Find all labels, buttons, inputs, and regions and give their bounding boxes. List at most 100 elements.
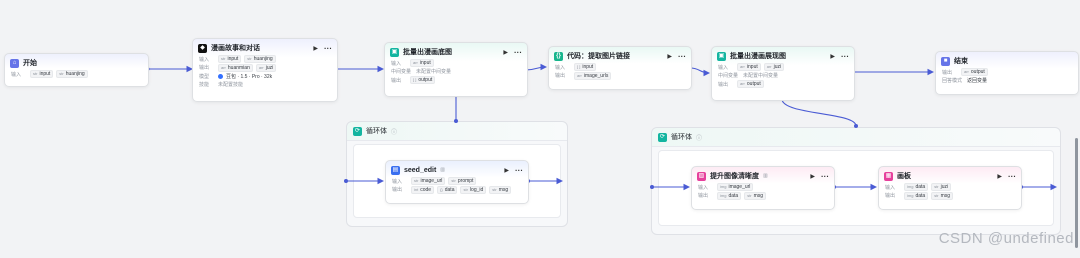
node-row-output: 输出 [ ] output xyxy=(385,76,527,85)
more-icon[interactable]: ··· xyxy=(678,52,686,61)
variable-chip: str image_url xyxy=(411,177,446,186)
variable-chip: [ ] input xyxy=(574,63,597,72)
node-header: ◆ 漫画故事和对话 ▶ ··· xyxy=(193,39,337,55)
port-batch2-loop xyxy=(854,124,858,128)
model-name: 豆包 · 1.5 · Pro · 32k xyxy=(226,73,273,80)
node-row-input: 输入 str image_url str prompt xyxy=(386,177,528,186)
image-tool-icon: ▤ xyxy=(391,165,400,175)
run-icon[interactable]: ▶ xyxy=(313,45,318,52)
variable-chip: arr output xyxy=(961,68,988,77)
node-row-input: 输入 str input str huanjing xyxy=(193,55,337,64)
node-header: ▣ 批量出漫画展现图 ▶ ··· xyxy=(712,47,854,63)
node-header: {} 代码：提取图片链接 ▶ ··· xyxy=(549,47,691,63)
enhance-clarity-node[interactable]: ▨ 提升图像清晰度 ▥ ▶ ··· 输入 img image_url 输出 img… xyxy=(691,166,835,210)
variable-chip: arr huanmian xyxy=(218,63,253,72)
tag-icon: ▥ xyxy=(763,173,768,179)
seed-edit-node[interactable]: ▤ seed_edit ▥ ▶ ··· 输入 str image_url str p… xyxy=(385,160,529,204)
variable-chip: str prompt xyxy=(448,177,477,186)
node-title: 批量出漫画底图 xyxy=(403,49,452,56)
node-row-input: 输入 arr input arr juzi xyxy=(712,63,854,72)
node-row-input: 输入 arr input xyxy=(385,59,527,68)
node-header: ■ 结束 xyxy=(936,52,1078,68)
board-node[interactable]: ▦ 画板 ▶ ··· 输入 img data str juzi 输出 img data… xyxy=(878,166,1022,210)
node-row-model: 模型 豆包 · 1.5 · Pro · 32k xyxy=(199,73,273,80)
variable-chip: img image_url xyxy=(717,183,754,192)
batch-base-image-node[interactable]: ▣ 批量出漫画底图 ▶ ··· 输入 arr input 中间变量 未配置中间变量… xyxy=(384,42,528,97)
variable-chip: [ ] output xyxy=(410,76,436,85)
node-title: 漫画故事和对话 xyxy=(211,45,260,52)
vertical-scrollbar[interactable] xyxy=(1075,138,1078,248)
llm-icon: ◆ xyxy=(198,43,207,53)
node-row-input: 输入 str input str huanjing xyxy=(5,70,148,79)
variable-chip: str msg xyxy=(931,191,954,200)
start-node[interactable]: ⌂ 开始 输入 str input str huanjing xyxy=(4,53,149,87)
node-header: ▨ 提升图像清晰度 ▥ ▶ ··· xyxy=(692,167,834,183)
node-title: 开始 xyxy=(23,60,37,67)
plugin-icon: ▣ xyxy=(390,47,399,57)
more-icon[interactable]: ··· xyxy=(821,172,829,181)
variable-chip: img data xyxy=(717,191,742,200)
start-icon: ⌂ xyxy=(10,58,19,68)
run-icon[interactable]: ▶ xyxy=(997,173,1002,180)
image-tool-icon: ▨ xyxy=(697,171,706,181)
node-row-vars: 中间变量 未配置中间变量 xyxy=(718,73,779,80)
node-row-input: 输入 img image_url xyxy=(692,183,834,192)
variable-chip: str msg xyxy=(489,185,512,194)
port-loop2-in xyxy=(650,185,654,189)
variable-chip: arr juzi xyxy=(763,63,785,72)
more-icon[interactable]: ··· xyxy=(324,44,332,53)
port-loop1-in xyxy=(344,179,348,183)
code-icon: {} xyxy=(554,51,563,61)
node-title: 画板 xyxy=(897,173,911,180)
workflow-canvas[interactable]: ⟳ 循环体 ⓘ ⟳ 循环体 ⓘ ⌂ 开始 输入 str input str hu… xyxy=(0,0,1080,258)
more-icon[interactable]: ··· xyxy=(514,48,522,57)
variable-chip: arr input xyxy=(737,63,761,72)
node-row-vars: 中间变量 未配置中间变量 xyxy=(391,69,452,76)
node-header: ▣ 批量出漫画底图 ▶ ··· xyxy=(385,43,527,59)
plugin-icon: ▣ xyxy=(717,51,726,61)
watermark: CSDN @undefined xyxy=(938,230,1074,247)
variable-chip: str msg xyxy=(744,191,767,200)
edges-layer xyxy=(144,63,1058,191)
node-header: ▦ 画板 ▶ ··· xyxy=(879,167,1021,183)
batch-display-image-node[interactable]: ▣ 批量出漫画展现图 ▶ ··· 输入 arr input arr juzi 中间变… xyxy=(711,46,855,101)
port-batch1-loop xyxy=(454,119,458,123)
variable-chip: str input xyxy=(30,70,54,79)
node-row-input: 输入 img data str juzi xyxy=(879,183,1021,192)
node-header: ▤ seed_edit ▥ ▶ ··· xyxy=(386,161,528,177)
more-icon[interactable]: ··· xyxy=(841,52,849,61)
node-title: 提升图像清晰度 xyxy=(710,173,759,180)
node-header: ⌂ 开始 xyxy=(5,54,148,70)
variable-chip: str juzi xyxy=(931,183,952,192)
more-icon[interactable]: ··· xyxy=(515,166,523,175)
code-node[interactable]: {} 代码：提取图片链接 ▶ ··· 输入 [ ] input 输出 arr ima… xyxy=(548,46,692,90)
node-title: 批量出漫画展现图 xyxy=(730,53,786,60)
variable-chip: img data xyxy=(904,191,929,200)
variable-chip: str log_id xyxy=(460,185,487,194)
node-row-output: 输出 arr output xyxy=(712,80,854,89)
run-icon[interactable]: ▶ xyxy=(503,49,508,56)
run-icon[interactable]: ▶ xyxy=(830,53,835,60)
edge-code-batch2 xyxy=(689,67,711,77)
node-row-output: 输出 int code {} data str log_id str msg xyxy=(386,185,528,195)
tag-icon: ▥ xyxy=(440,167,446,173)
node-row-output: 输出 img data str msg xyxy=(879,191,1021,201)
more-icon[interactable]: ··· xyxy=(1008,172,1016,181)
node-title: 代码：提取图片链接 xyxy=(567,53,630,60)
edge-batch1-code xyxy=(525,63,548,71)
run-icon[interactable]: ▶ xyxy=(504,167,509,174)
llm-node[interactable]: ◆ 漫画故事和对话 ▶ ··· 输入 str input str huanjing … xyxy=(192,38,338,102)
variable-chip: img data xyxy=(904,183,929,192)
variable-chip: arr output xyxy=(737,80,764,89)
variable-chip: str huanjing xyxy=(244,55,276,64)
node-row-skills: 技能 未配置技能 xyxy=(199,82,244,89)
variable-chip: {} data xyxy=(437,185,458,194)
run-icon[interactable]: ▶ xyxy=(667,53,672,60)
variable-chip: arr juzi xyxy=(255,63,277,72)
node-row-output: 输出 arr huanmian arr juzi xyxy=(193,63,337,73)
end-icon: ■ xyxy=(941,56,950,66)
node-row-output: 输出 img data str msg xyxy=(692,191,834,201)
run-icon[interactable]: ▶ xyxy=(810,173,815,180)
node-title: seed_edit xyxy=(404,166,437,174)
end-node[interactable]: ■ 结束 输出 arr output 回答模式 返回变量 xyxy=(935,51,1079,95)
